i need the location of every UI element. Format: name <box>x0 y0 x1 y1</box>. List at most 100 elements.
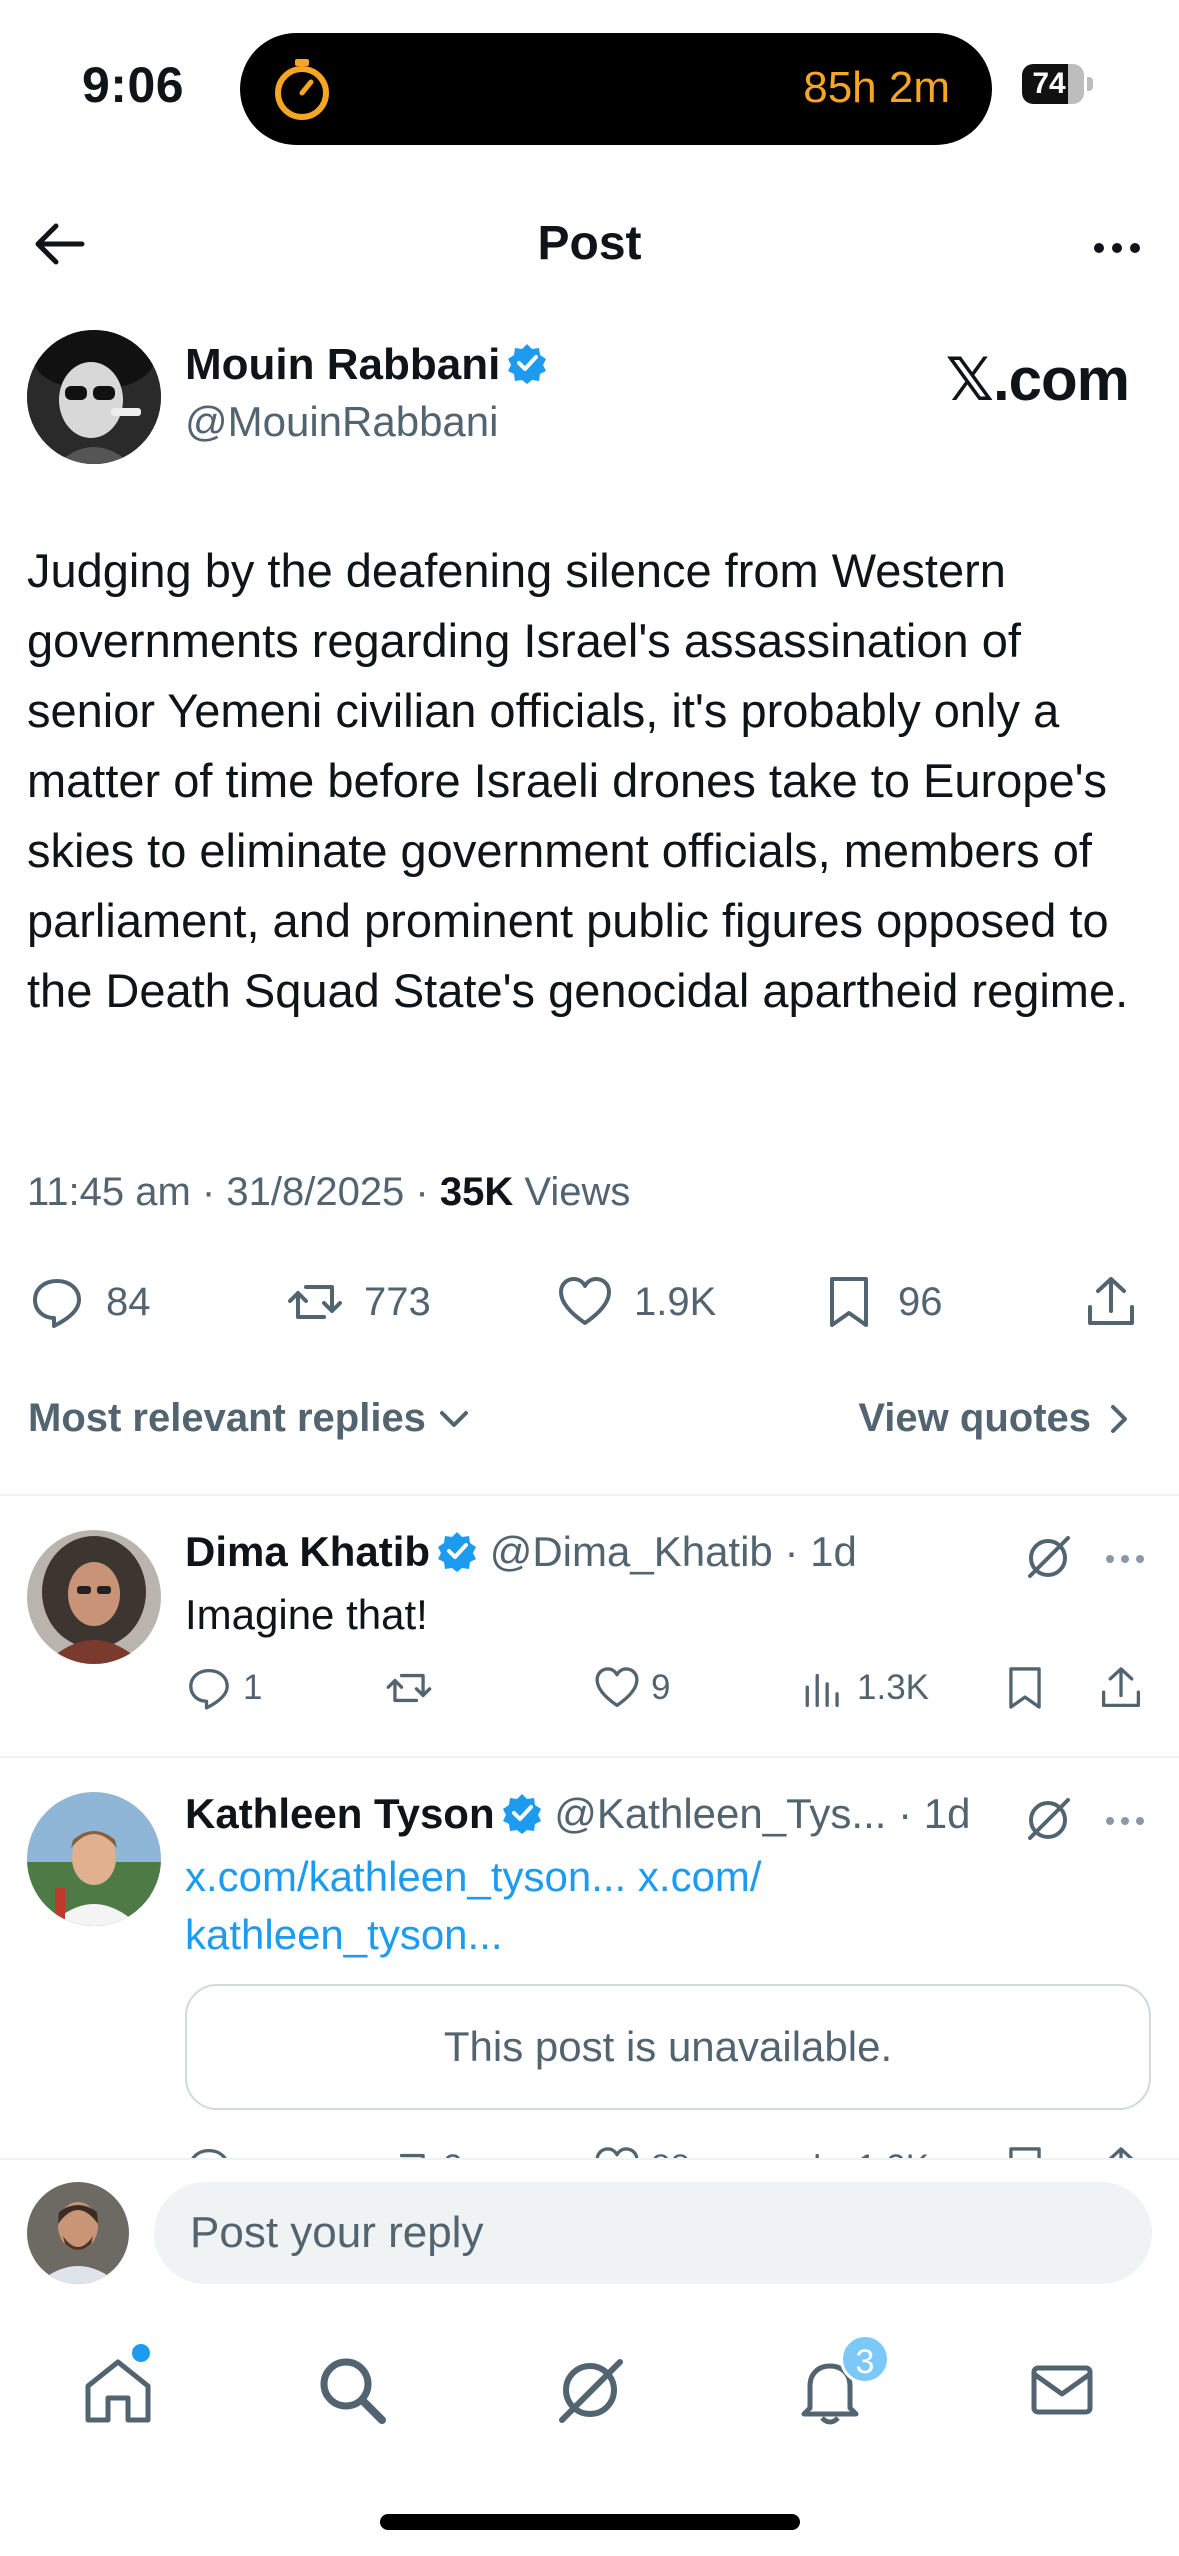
share-button[interactable] <box>1082 1262 1160 1342</box>
bookmark-icon <box>1009 2147 1041 2158</box>
post-text: Judging by the deafening silence from We… <box>27 544 1129 1017</box>
share-icon <box>1101 1667 1141 1708</box>
reply-button[interactable]: 1 <box>185 1658 262 1718</box>
post-meta: 11:45 am · 31/8/2025 · 35K Views <box>27 1170 630 1215</box>
battery-icon: 74 <box>1022 64 1094 104</box>
sort-label: Most relevant replies <box>28 1396 426 1440</box>
analytics-icon <box>805 1673 839 1708</box>
repost-icon <box>386 1673 432 1703</box>
grok-icon[interactable] <box>1022 1532 1074 1584</box>
reply-button[interactable]: 84 <box>28 1262 151 1342</box>
bookmark-count: 96 <box>898 1279 943 1324</box>
like-count: 1.9K <box>634 1279 717 1324</box>
bookmark-button[interactable]: 96 <box>820 1262 943 1342</box>
more-horizontal-icon[interactable] <box>1100 1796 1150 1846</box>
status-time: 9:06 <box>82 57 185 113</box>
repost-button[interactable]: 2 <box>385 2138 462 2158</box>
like-count: 9 <box>651 1668 671 1707</box>
views-count: 1.3K <box>857 1668 929 1707</box>
page-title: Post <box>537 217 642 270</box>
heart-icon <box>559 1277 611 1325</box>
reply-link[interactable]: kathleen_tyson... <box>185 1906 762 1964</box>
author-handle[interactable]: @MouinRabbani <box>185 398 498 446</box>
reply-author-name[interactable]: Kathleen Tyson <box>185 1790 495 1837</box>
replies-bar: Most relevant replies View quotes <box>0 1390 1179 1450</box>
avatar[interactable] <box>27 1530 161 1664</box>
reply-item[interactable]: Kathleen Tyson @Kathleen_Tys... · 1d x.c… <box>0 1756 1179 2158</box>
post-action-bar: 84 773 1.9K 96 <box>0 1262 1179 1342</box>
repost-count: 773 <box>364 1279 431 1324</box>
reply-icon <box>191 2148 227 2158</box>
avatar[interactable] <box>27 1792 161 1926</box>
bookmark-button[interactable] <box>1001 2138 1059 2158</box>
reply-action-bar: 1 9 1.3K <box>185 1658 1165 1718</box>
reply-input[interactable]: Post your reply <box>154 2182 1152 2284</box>
tab-grok[interactable] <box>550 2350 630 2430</box>
dynamic-island[interactable]: 85h 2m <box>240 33 992 145</box>
bookmark-icon <box>1009 1667 1041 1709</box>
bookmark-icon <box>830 1277 868 1327</box>
reply-author-name[interactable]: Dima Khatib <box>185 1528 430 1575</box>
reply-link[interactable]: x.com/kathleen_tyson... x.com/ <box>185 1848 762 1906</box>
like-count: 88 <box>651 2148 690 2158</box>
notification-badge: 3 <box>840 2334 890 2384</box>
reply-item[interactable]: Dima Khatib @Dima_Khatib · 1d Imagine th… <box>0 1494 1179 1756</box>
avatar[interactable] <box>27 2182 129 2284</box>
post-timestamp: 11:45 am · 31/8/2025 · <box>27 1170 440 1214</box>
more-horizontal-icon[interactable] <box>1100 1534 1150 1584</box>
reply-count: 1 <box>243 1668 263 1707</box>
grok-icon <box>559 2359 623 2423</box>
reply-header: Dima Khatib @Dima_Khatib · 1d <box>185 1528 857 1576</box>
author-name-text: Mouin Rabbani <box>185 340 501 389</box>
share-button[interactable] <box>1097 2138 1155 2158</box>
xcom-watermark: 𝕏.com <box>945 346 1130 413</box>
home-indicator[interactable] <box>380 2514 800 2530</box>
share-icon <box>1088 1277 1134 1325</box>
timer-text: 85h 2m <box>803 63 950 112</box>
reply-author-handle[interactable]: @Kathleen_Tys... · 1d <box>554 1790 970 1837</box>
like-button[interactable]: 9 <box>593 1658 670 1718</box>
reply-count: 84 <box>106 1279 151 1324</box>
unavailable-post-card: This post is unavailable. <box>185 1984 1151 2110</box>
verified-badge-icon <box>502 1793 541 1834</box>
heart-icon <box>595 2147 639 2158</box>
chevron-right-icon <box>1111 1404 1127 1433</box>
views-label: Views <box>513 1170 631 1214</box>
tab-home[interactable] <box>78 2350 158 2430</box>
views-button[interactable]: 1.3K <box>799 2138 929 2158</box>
grok-icon[interactable] <box>1022 1794 1074 1846</box>
tab-search[interactable] <box>312 2350 392 2430</box>
reply-action-bar: 2 88 1.3K <box>185 2138 1165 2158</box>
search-icon <box>320 2358 386 2424</box>
repost-icon <box>399 2153 425 2158</box>
like-button[interactable]: 88 <box>593 2138 690 2158</box>
share-button[interactable] <box>1097 1658 1155 1718</box>
views-count: 35K <box>439 1170 514 1214</box>
view-quotes-link[interactable]: View quotes <box>858 1396 1139 1441</box>
mail-icon <box>1031 2365 1093 2415</box>
top-header: Post <box>0 190 1179 300</box>
reply-composer: Post your reply <box>0 2158 1179 2308</box>
bookmark-button[interactable] <box>1001 1658 1059 1718</box>
verified-badge-icon <box>438 1531 477 1572</box>
reply-icon <box>189 1668 229 1710</box>
reply-button[interactable] <box>185 2138 243 2158</box>
home-notification-dot <box>132 2344 150 2362</box>
tab-messages[interactable] <box>1022 2350 1102 2430</box>
views-button[interactable]: 1.3K <box>799 1658 929 1718</box>
reply-icon <box>33 1279 81 1328</box>
repost-icon <box>288 1285 342 1319</box>
repost-button[interactable]: 773 <box>286 1262 431 1342</box>
analytics-icon <box>815 2153 819 2158</box>
reply-author-handle[interactable]: @Dima_Khatib · 1d <box>490 1528 857 1575</box>
status-bar: 9:06 85h 2m 74 <box>0 0 1179 175</box>
repost-button[interactable] <box>385 1658 443 1718</box>
views-count: 1.3K <box>857 2148 929 2158</box>
repost-count: 2 <box>443 2148 462 2158</box>
stopwatch-icon <box>275 59 329 120</box>
author-name[interactable]: Mouin Rabbani <box>185 340 548 390</box>
sort-replies-dropdown[interactable]: Most relevant replies <box>28 1396 474 1441</box>
more-horizontal-icon[interactable] <box>1085 216 1149 280</box>
author-avatar[interactable] <box>27 330 161 464</box>
like-button[interactable]: 1.9K <box>556 1262 716 1342</box>
